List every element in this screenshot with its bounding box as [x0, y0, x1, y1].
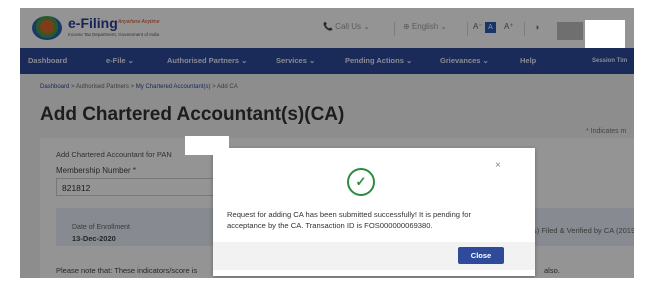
- redacted-pan-mask: [185, 136, 229, 155]
- check-circle-icon: ✓: [347, 168, 375, 196]
- app-window: e-Filing Anywhere Anytime Income Tax Dep…: [20, 8, 634, 278]
- close-button[interactable]: Close: [458, 247, 504, 264]
- redacted-user-name: [585, 20, 625, 48]
- close-icon[interactable]: ×: [495, 160, 501, 171]
- success-message: Request for adding CA has been submitted…: [227, 210, 471, 230]
